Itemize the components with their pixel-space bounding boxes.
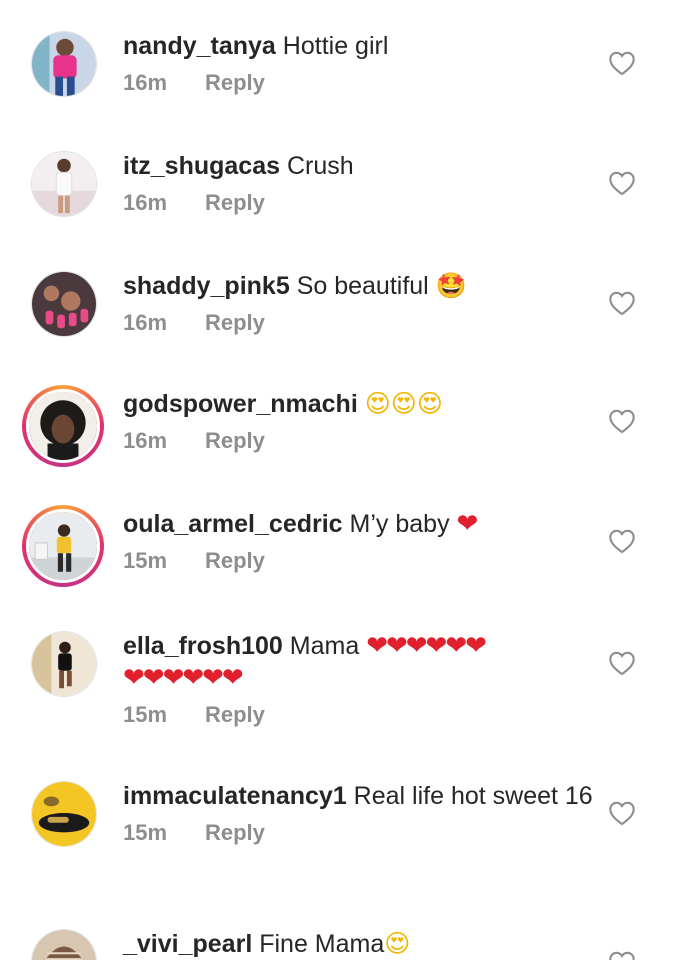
comment-text: _vivi_pearl Fine Mama😍 <box>123 928 593 960</box>
comment-text: godspower_nmachi 😍😍😍 <box>123 388 593 420</box>
reply-button[interactable]: Reply <box>205 70 265 95</box>
heart-outline-icon[interactable] <box>608 528 636 554</box>
comment-body: immaculatenancy1 Real life hot sweet 16 … <box>123 780 593 846</box>
comment-text: nandy_tanya Hottie girl <box>123 30 593 62</box>
reply-button[interactable]: Reply <box>205 820 265 845</box>
avatar-image <box>26 509 100 583</box>
comment-meta: 16m Reply <box>123 70 593 96</box>
comment-body: godspower_nmachi 😍😍😍 16m Reply <box>123 388 593 454</box>
avatar[interactable] <box>30 780 98 848</box>
comment-body: shaddy_pink5 So beautiful 🤩 16m Reply <box>123 270 593 336</box>
heart-outline-icon[interactable] <box>608 950 636 960</box>
comment-message: Fine Mama <box>259 930 385 958</box>
comment-message: So beautiful <box>296 272 429 300</box>
comment-time: 16m <box>123 310 168 335</box>
reply-button[interactable]: Reply <box>205 702 265 727</box>
comment-username[interactable]: nandy_tanya <box>123 32 276 60</box>
comment-text: ella_frosh100 Mama ❤❤❤❤❤❤ ❤❤❤❤❤❤ <box>123 630 593 694</box>
comment-message: Crush <box>286 152 354 180</box>
comment-username[interactable]: _vivi_pearl <box>123 930 252 958</box>
reply-button[interactable]: Reply <box>205 428 265 453</box>
comment-body: nandy_tanya Hottie girl 16m Reply <box>123 30 593 96</box>
comment-username[interactable]: oula_armel_cedric <box>123 510 343 538</box>
red-heart-emoji: ❤❤❤❤❤❤ <box>123 663 244 693</box>
star-struck-emoji: 🤩 <box>435 271 467 300</box>
comment-body: _vivi_pearl Fine Mama😍 <box>123 928 593 960</box>
comment-meta: 15m Reply <box>123 820 593 846</box>
comment-text: itz_shugacas Crush <box>123 150 593 182</box>
comment-time: 16m <box>123 428 168 453</box>
heart-outline-icon[interactable] <box>608 800 636 826</box>
avatar[interactable] <box>30 630 98 698</box>
comment-meta: 16m Reply <box>123 190 593 216</box>
heart-outline-icon[interactable] <box>608 170 636 196</box>
avatar-image <box>31 271 97 337</box>
avatar-story-ring[interactable] <box>22 505 104 587</box>
comment-time: 15m <box>123 548 168 573</box>
comment-message: Mama <box>289 632 360 660</box>
comment-time: 15m <box>123 820 168 845</box>
comment-username[interactable]: godspower_nmachi <box>123 390 358 418</box>
comment-username[interactable]: immaculatenancy1 <box>123 782 347 810</box>
avatar-image <box>31 31 97 97</box>
avatar[interactable] <box>30 928 98 960</box>
heart-outline-icon[interactable] <box>608 408 636 434</box>
avatar-image <box>31 781 97 847</box>
reply-button[interactable]: Reply <box>205 310 265 335</box>
avatar[interactable] <box>30 30 98 98</box>
comment-message: Real life hot sweet 16 <box>353 782 593 810</box>
comment-body: ella_frosh100 Mama ❤❤❤❤❤❤ ❤❤❤❤❤❤ 15m Reply <box>123 630 593 728</box>
comment-time: 16m <box>123 70 168 95</box>
red-heart-emoji: ❤❤❤❤❤❤ <box>366 631 487 661</box>
reply-button[interactable]: Reply <box>205 190 265 215</box>
comment-username[interactable]: ella_frosh100 <box>123 632 283 660</box>
comment-username[interactable]: shaddy_pink5 <box>123 272 290 300</box>
comment-username[interactable]: itz_shugacas <box>123 152 280 180</box>
comment-meta: 16m Reply <box>123 428 593 454</box>
avatar-image <box>31 929 97 960</box>
comment-body: itz_shugacas Crush 16m Reply <box>123 150 593 216</box>
comment-meta: 16m Reply <box>123 310 593 336</box>
avatar[interactable] <box>30 150 98 218</box>
avatar-image <box>31 631 97 697</box>
reply-button[interactable]: Reply <box>205 548 265 573</box>
avatar[interactable] <box>30 270 98 338</box>
heart-outline-icon[interactable] <box>608 50 636 76</box>
avatar-image <box>26 389 100 463</box>
comment-message: Hottie girl <box>282 32 389 60</box>
comment-message: M’y baby <box>349 510 450 538</box>
heart-outline-icon[interactable] <box>608 650 636 676</box>
comment-meta: 15m Reply <box>123 702 593 728</box>
heart-eyes-emoji: 😍 <box>384 929 411 958</box>
avatar-story-ring[interactable] <box>22 385 104 467</box>
heart-eyes-emoji: 😍😍😍 <box>364 389 443 418</box>
red-heart-emoji: ❤ <box>456 509 479 539</box>
heart-outline-icon[interactable] <box>608 290 636 316</box>
comment-body: oula_armel_cedric M’y baby ❤ 15m Reply <box>123 508 593 574</box>
avatar-image <box>31 151 97 217</box>
comment-text: immaculatenancy1 Real life hot sweet 16 <box>123 780 593 812</box>
comment-text: shaddy_pink5 So beautiful 🤩 <box>123 270 593 302</box>
comment-meta: 15m Reply <box>123 548 593 574</box>
comments-list: nandy_tanya Hottie girl 16m Reply itz_shu… <box>0 0 675 960</box>
comment-text: oula_armel_cedric M’y baby ❤ <box>123 508 593 540</box>
comment-time: 15m <box>123 702 168 727</box>
comment-time: 16m <box>123 190 168 215</box>
